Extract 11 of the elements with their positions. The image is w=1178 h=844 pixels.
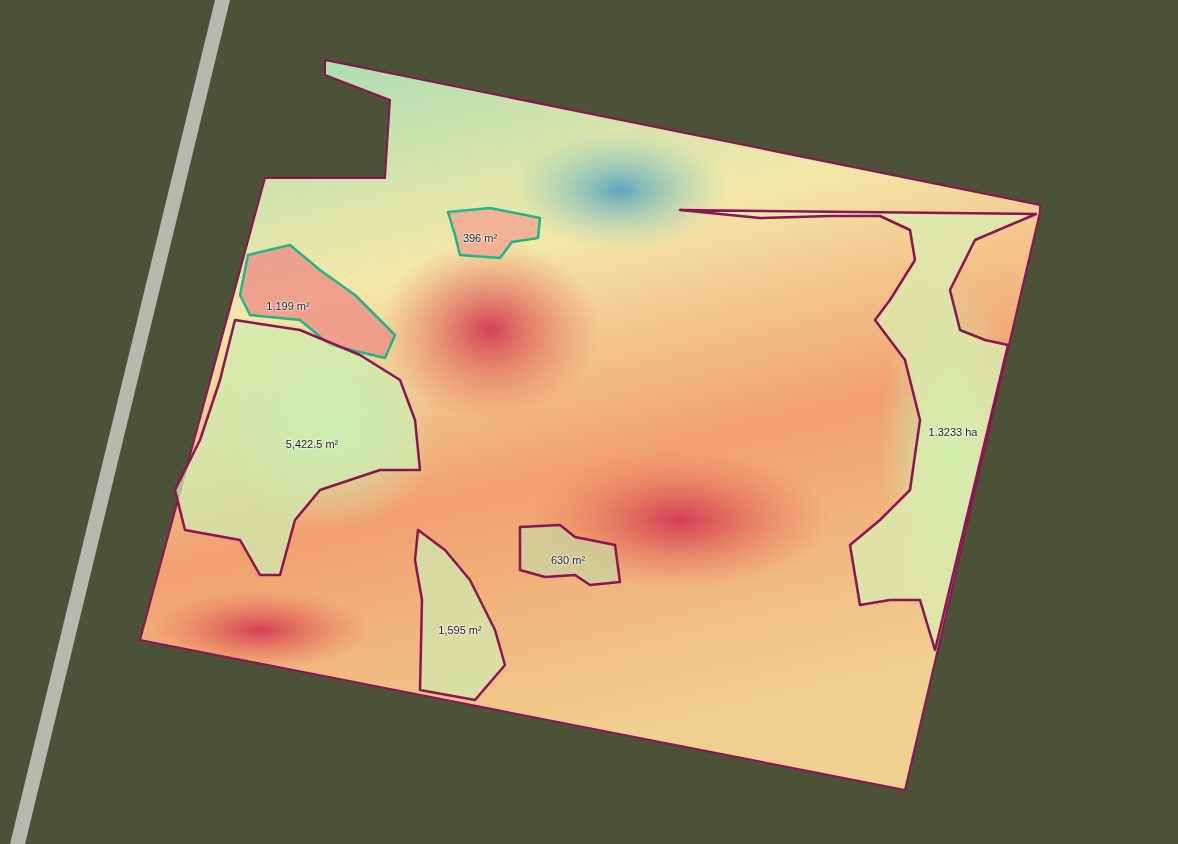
zone-area-label: 5,422.5 m²	[285, 438, 339, 450]
zone-area-label: 1,199 m²	[266, 300, 310, 312]
zone-area-label: 630 m²	[550, 554, 586, 566]
zone-outline[interactable]	[678, 208, 1038, 652]
zone-outline[interactable]	[413, 528, 507, 702]
zone-area-label: 1.3233 ha	[928, 426, 978, 438]
zone-area-label: 396 m²	[462, 232, 498, 244]
zone-outline[interactable]	[173, 318, 422, 577]
zone-outline[interactable]	[238, 243, 397, 360]
zone-outline[interactable]	[518, 523, 622, 587]
zone-area-label: 1,595 m²	[438, 624, 482, 636]
